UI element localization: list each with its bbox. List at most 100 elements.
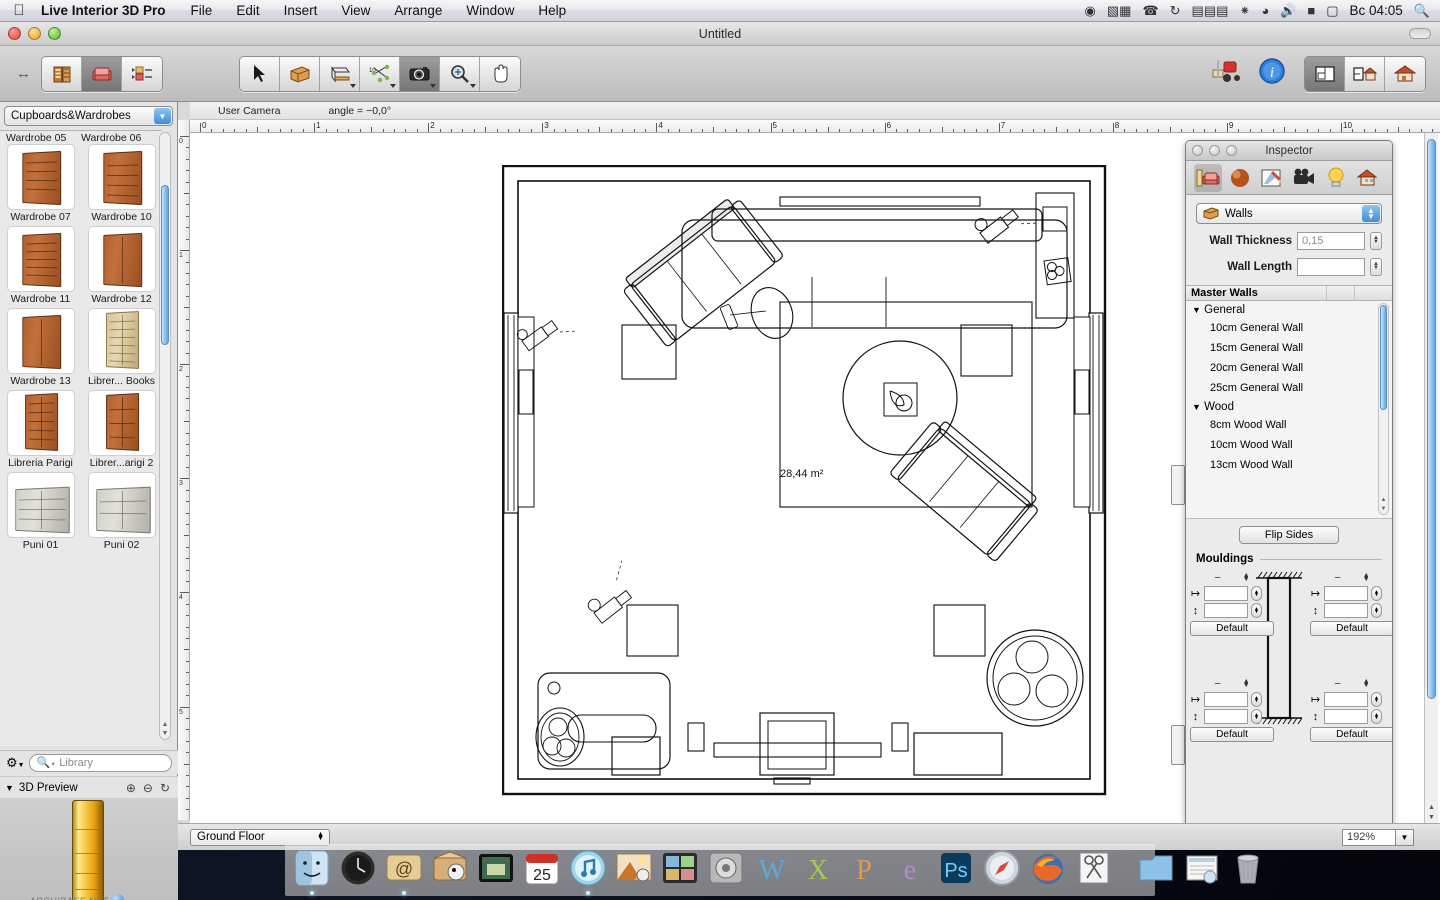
dock-dashboard[interactable] [338,848,378,888]
stepper-icon[interactable]: ▲▼ [1243,574,1250,582]
flag-us-icon[interactable]: ■ [1307,4,1315,17]
battery-icon[interactable]: ▤▤▤ [1192,4,1229,17]
library-grid[interactable]: Wardrobe 05 Wardrobe 06 Wardrobe 07 Ward… [0,130,162,746]
wall-group-wood[interactable]: ▼ Wood [1186,398,1392,415]
scroll-down-icon[interactable]: ▼ [161,730,169,737]
sync-icon[interactable]: ↻ [1170,4,1181,17]
moulding-height-field[interactable] [1204,603,1248,618]
dock-excel[interactable]: X [798,848,838,888]
room-tool[interactable] [320,57,360,91]
chevron-down-icon[interactable] [350,84,356,88]
library-item[interactable]: Wardrobe 07 [6,144,75,223]
wall-list-item[interactable]: 10cm Wood Wall [1186,435,1392,455]
library-item[interactable]: Librer...arigi 2 [87,390,156,469]
wifi-icon[interactable]: ◕ [1261,4,1269,17]
horizontal-ruler[interactable]: m 01234567891011 [178,120,1440,133]
menu-clock[interactable]: Bc 04:05 [1350,3,1403,18]
bluetooth-icon[interactable]: ⁕ [1239,4,1250,17]
wall-list-scrollbar[interactable]: ▲ ▼ [1378,303,1389,515]
volume-icon[interactable]: 🔊 [1280,4,1296,17]
plan-view-button[interactable] [1305,57,1345,91]
dock-photoshop[interactable]: Ps [936,848,976,888]
stepper-icon[interactable]: ▲▼ [1243,680,1250,688]
toolbar-toggle-button[interactable] [1409,28,1431,39]
objects-button[interactable] [82,57,122,91]
scrollbar-thumb[interactable] [1427,139,1436,699]
dock-powerpoint[interactable]: P [844,848,884,888]
moulding-minus-label[interactable]: − [1334,572,1340,584]
inspector-type-select[interactable]: Walls ▲▼ [1196,203,1382,224]
wall-list-item[interactable]: 13cm Wood Wall [1186,455,1392,475]
wall-length-field[interactable] [1297,258,1365,276]
tab-camera[interactable] [1290,164,1318,192]
dock-itunes[interactable] [568,848,608,888]
elevation-view-button[interactable] [1345,57,1385,91]
wall-handle-widget[interactable] [1171,465,1185,505]
library-item[interactable]: Librer... Books [87,308,156,387]
chevron-down-icon[interactable] [470,84,476,88]
wall-list-item[interactable]: 10cm General Wall [1186,318,1392,338]
grid-icon[interactable]: ▧▦ [1107,4,1132,17]
stepper-icon[interactable]: ▲▼ [1370,232,1382,250]
library-item[interactable]: Wardrobe 12 [87,226,156,305]
tab-object[interactable] [1194,164,1222,192]
dock-finder[interactable] [292,848,332,888]
library-item[interactable]: Puni 01 [6,472,75,551]
wall-tool[interactable] [280,57,320,91]
wall-list-item[interactable]: 25cm General Wall [1186,378,1392,398]
scroll-up-icon[interactable]: ▲ [1427,804,1436,811]
dock-iphoto[interactable] [614,848,654,888]
stepper-icon[interactable]: ▲▼ [1371,692,1382,707]
moulding-minus-label[interactable]: − [1334,678,1340,690]
library-scrollbar[interactable]: ▲ ▼ [159,132,171,740]
dock-transmit[interactable] [430,848,470,888]
menu-edit[interactable]: Edit [224,3,271,18]
chevron-down-icon[interactable] [430,84,436,88]
moulding-default-button[interactable]: Default [1310,621,1393,636]
wall-list-item[interactable]: 15cm General Wall [1186,338,1392,358]
tab-light[interactable] [1322,164,1350,192]
menu-insert[interactable]: Insert [272,3,330,18]
chevron-down-icon[interactable]: ▼ [154,108,171,124]
dock-word[interactable]: W [752,848,792,888]
dock-firefox[interactable] [1028,848,1068,888]
library-item[interactable]: Puni 02 [87,472,156,551]
wall-list-item[interactable]: 8cm Wood Wall [1186,415,1392,435]
master-walls-list[interactable]: ▼ General 10cm General Wall 15cm General… [1186,301,1392,519]
minimize-icon[interactable] [1209,145,1220,156]
eject-icon[interactable]: ▢ [1326,4,1338,17]
stepper-icon[interactable]: ▲▼ [1251,586,1262,601]
dock-mail[interactable]: @ [384,848,424,888]
app-name-menu[interactable]: Live Interior 3D Pro [38,3,179,18]
close-icon[interactable] [1192,145,1203,156]
house-3d-view-button[interactable] [1385,57,1425,91]
spotlight-search-icon[interactable]: 🔍 [1414,4,1430,17]
moulding-height-field[interactable] [1324,603,1368,618]
library-item[interactable]: Libreria Parigi [6,390,75,469]
camera-tool[interactable] [400,57,440,91]
triangle-down-icon[interactable]: ▼ [5,783,14,793]
stepper-icon[interactable]: ▲▼ [1371,603,1382,618]
scroll-up-icon[interactable]: ▲ [1380,497,1387,503]
dock-trash[interactable] [1228,848,1268,888]
info-circle-icon[interactable]: i [1258,57,1286,90]
dimension-tool[interactable]: 10 [360,57,400,91]
stepper-icon[interactable]: ▲▼ [1363,680,1370,688]
minimize-button[interactable] [28,27,41,40]
library-item[interactable]: Wardrobe 10 [87,144,156,223]
library-button[interactable] [42,57,82,91]
menu-help[interactable]: Help [526,3,578,18]
zoom-icon[interactable] [1226,145,1237,156]
zoom-tool[interactable] [440,57,480,91]
stepper-icon[interactable]: ▲▼ [1362,205,1380,222]
moulding-width-field[interactable] [1204,586,1248,601]
rotate-icon[interactable]: ↻ [160,781,170,795]
canvas-vertical-scrollbar[interactable]: ▲ ▼ [1424,133,1438,823]
tab-materials[interactable] [1226,164,1254,192]
moulding-default-button[interactable]: Default [1310,727,1393,742]
gear-icon[interactable]: ⚙▼ [6,755,25,771]
wall-list-item[interactable]: 20cm General Wall [1186,358,1392,378]
outline-list-button[interactable] [122,57,162,91]
zoom-out-icon[interactable]: ⊖ [143,781,153,795]
close-button[interactable] [8,27,21,40]
